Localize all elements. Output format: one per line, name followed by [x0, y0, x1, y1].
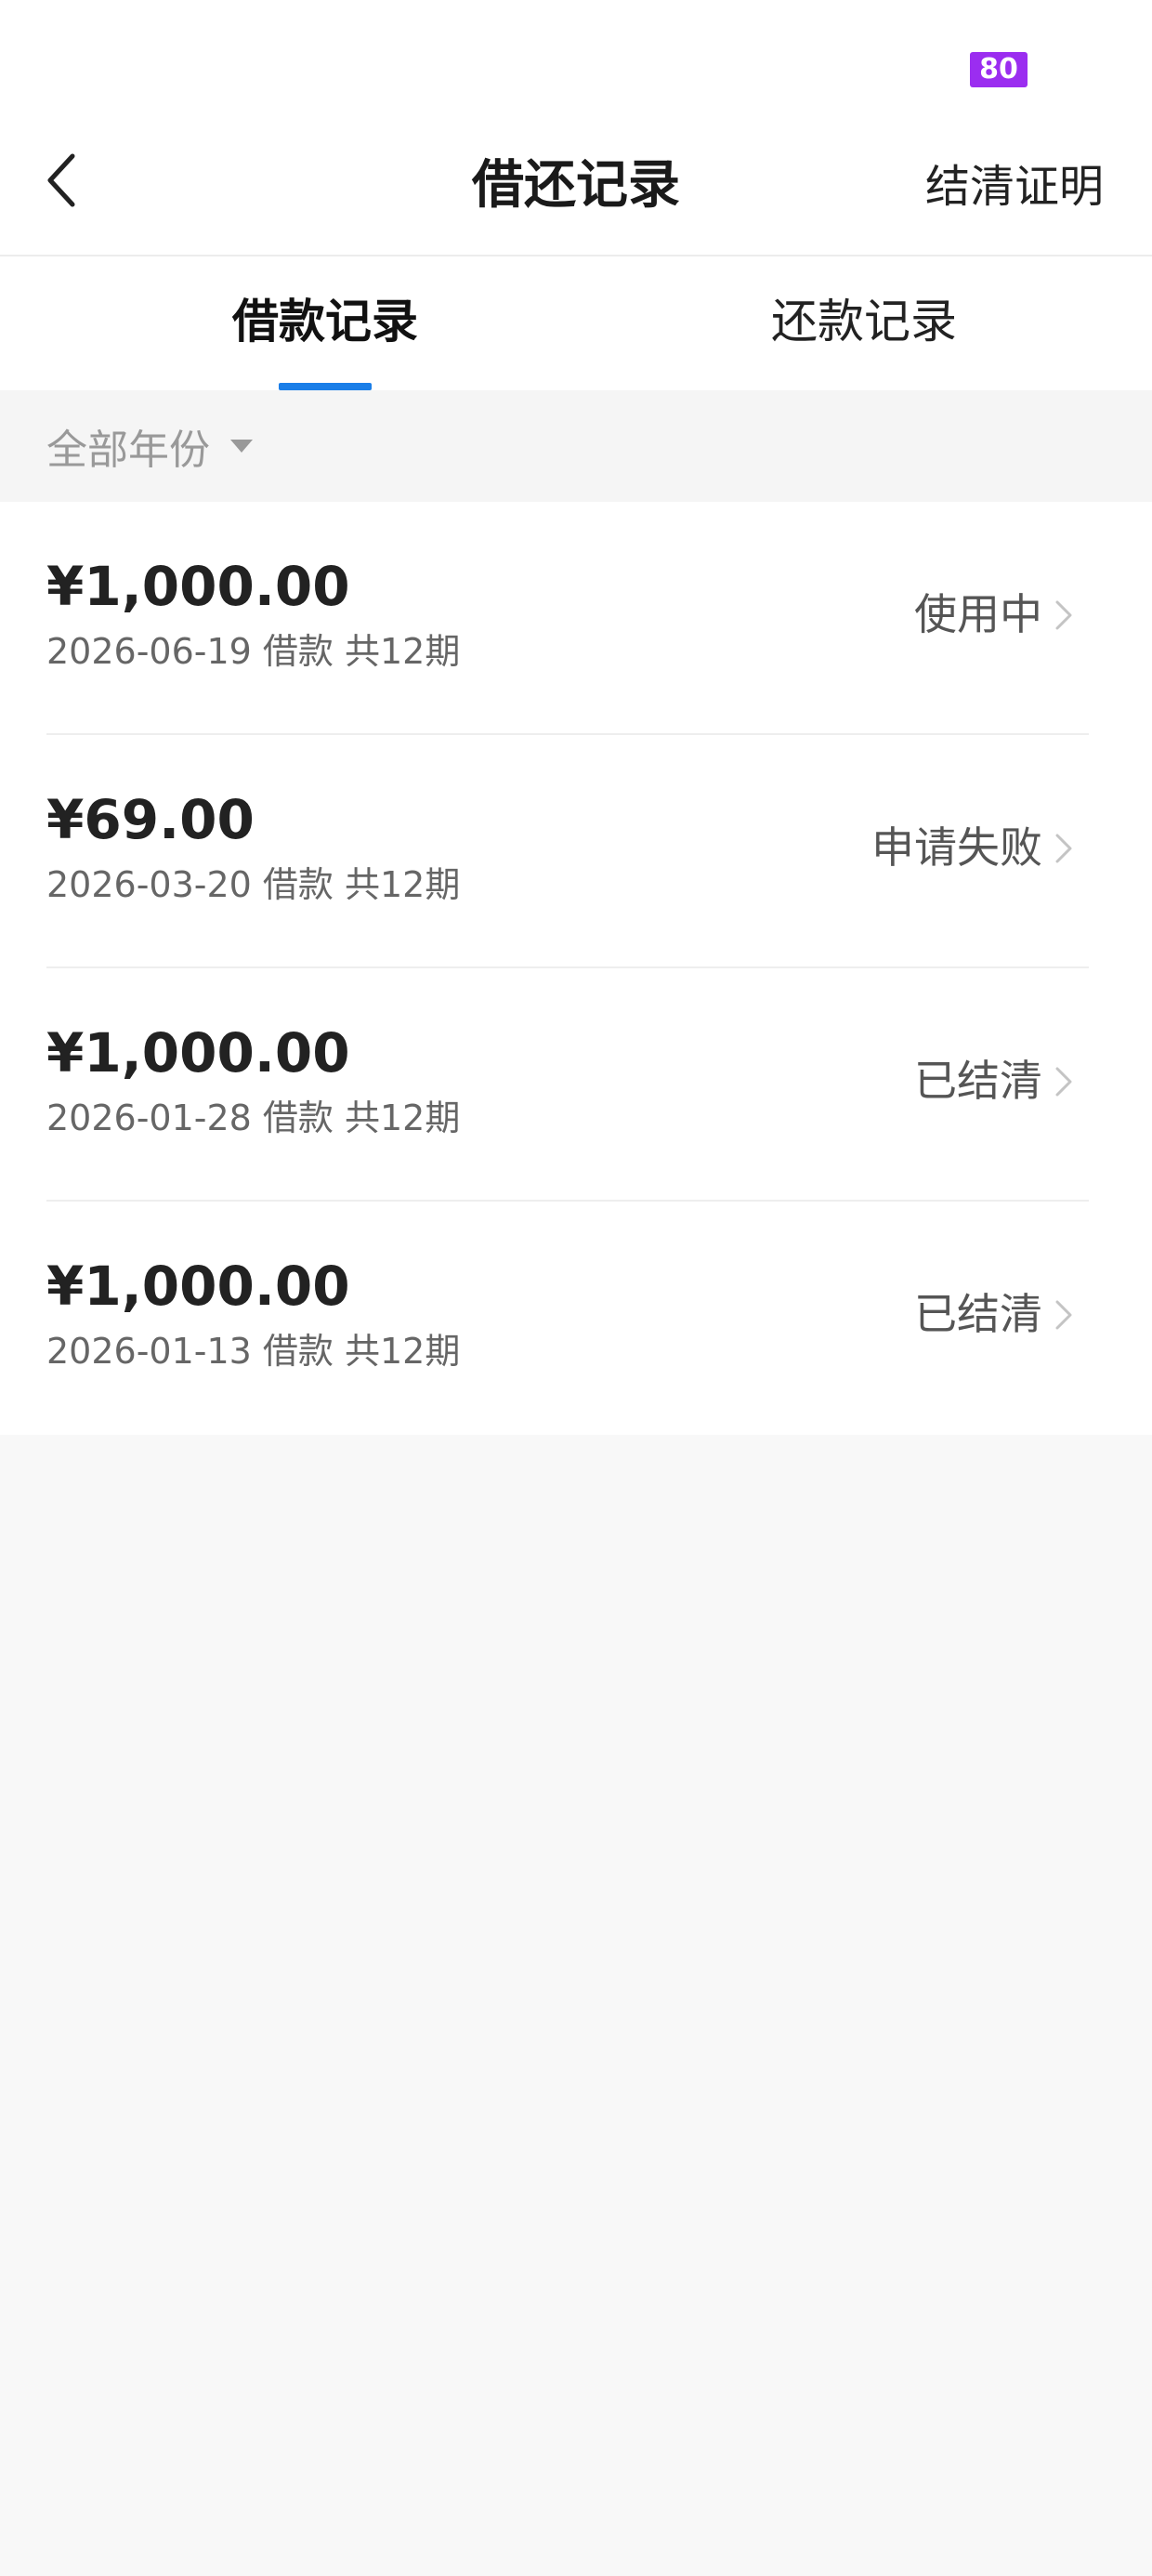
loan-status: 使用中	[914, 589, 1042, 639]
loan-amount: ¥1,000.00	[46, 1255, 350, 1318]
chevron-right-icon	[1055, 834, 1072, 863]
status-bar: 80	[0, 0, 1152, 121]
filter-bar: 全部年份	[0, 390, 1152, 502]
year-filter-dropdown[interactable]: 全部年份	[46, 409, 253, 483]
loan-status: 申请失败	[871, 822, 1042, 873]
loan-date-terms: 2026-03-20 借款 共12期	[46, 864, 461, 905]
loan-date-terms: 2026-06-19 借款 共12期	[46, 631, 461, 672]
settlement-certificate-button[interactable]: 结清证明	[925, 154, 1104, 219]
active-tab-indicator	[279, 383, 372, 390]
list-item[interactable]: ¥1,000.00 2026-01-13 借款 共12期 已结清	[0, 1202, 1152, 1435]
navigation-header: 借还记录 结清证明	[0, 121, 1152, 256]
tab-loan-records[interactable]: 借款记录	[37, 256, 613, 390]
loan-status: 已结清	[914, 1289, 1042, 1339]
year-filter-label: 全部年份	[46, 427, 210, 474]
tab-label: 借款记录	[232, 295, 418, 348]
list-item[interactable]: ¥69.00 2026-03-20 借款 共12期 申请失败	[0, 735, 1152, 968]
loan-date-terms: 2026-01-28 借款 共12期	[46, 1097, 461, 1138]
tab-label: 还款记录	[771, 295, 957, 348]
record-tabs: 借款记录 还款记录	[0, 256, 1152, 390]
loan-amount: ¥69.00	[46, 788, 255, 851]
loan-amount: ¥1,000.00	[46, 555, 350, 618]
list-item[interactable]: ¥1,000.00 2026-01-28 借款 共12期 已结清	[0, 968, 1152, 1202]
chevron-right-icon	[1055, 1067, 1072, 1097]
chevron-right-icon	[1055, 600, 1072, 630]
loan-status: 已结清	[914, 1056, 1042, 1106]
list-item[interactable]: ¥1,000.00 2026-06-19 借款 共12期 使用中	[0, 502, 1152, 735]
chevron-left-icon	[47, 153, 75, 207]
loan-amount: ¥1,000.00	[46, 1021, 350, 1084]
loan-date-terms: 2026-01-13 借款 共12期	[46, 1331, 461, 1372]
loan-record-list: ¥1,000.00 2026-06-19 借款 共12期 使用中 ¥69.00 …	[0, 502, 1152, 1435]
caret-down-icon	[230, 440, 253, 453]
tab-repayment-records[interactable]: 还款记录	[576, 256, 1152, 390]
back-button[interactable]	[33, 147, 100, 214]
loan-records-page: 80 借还记录 结清证明 借款记录 还款记录 全部年份 ¥1,000.00 20…	[0, 0, 1152, 2576]
battery-indicator: 80	[970, 52, 1028, 87]
chevron-right-icon	[1055, 1300, 1072, 1330]
